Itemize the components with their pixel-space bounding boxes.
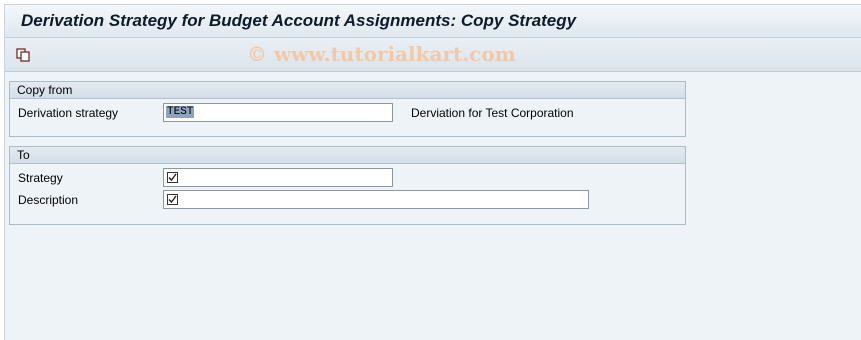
copy-from-header: Copy from xyxy=(10,82,685,99)
copy-from-group: Copy from Derivation strategy TEST Dervi… xyxy=(9,81,686,137)
copy-icon xyxy=(16,48,30,62)
watermark: © www.tutorialkart.com xyxy=(247,42,516,66)
to-group: To Strategy Description xyxy=(9,146,686,225)
description-input[interactable] xyxy=(163,190,589,209)
strategy-row: Strategy xyxy=(10,167,685,188)
checkbox-required-icon xyxy=(167,194,178,205)
derivation-strategy-description: Derviation for Test Corporation xyxy=(411,106,574,120)
strategy-input[interactable] xyxy=(163,168,393,187)
app-window: Derivation Strategy for Budget Account A… xyxy=(4,4,861,340)
derivation-strategy-value: TEST xyxy=(166,106,195,118)
derivation-strategy-row: Derivation strategy TEST Derviation for … xyxy=(10,102,685,123)
title-bar: Derivation Strategy for Budget Account A… xyxy=(5,5,861,38)
page-title: Derivation Strategy for Budget Account A… xyxy=(21,11,577,30)
strategy-label: Strategy xyxy=(18,171,63,185)
derivation-strategy-input[interactable]: TEST xyxy=(163,103,393,122)
to-header: To xyxy=(10,147,685,164)
checkbox-required-icon xyxy=(167,172,178,183)
application-toolbar: © www.tutorialkart.com xyxy=(5,38,861,72)
derivation-strategy-label: Derivation strategy xyxy=(18,106,119,120)
description-label: Description xyxy=(18,193,79,207)
copy-button[interactable] xyxy=(14,46,32,64)
description-row: Description xyxy=(10,189,685,210)
